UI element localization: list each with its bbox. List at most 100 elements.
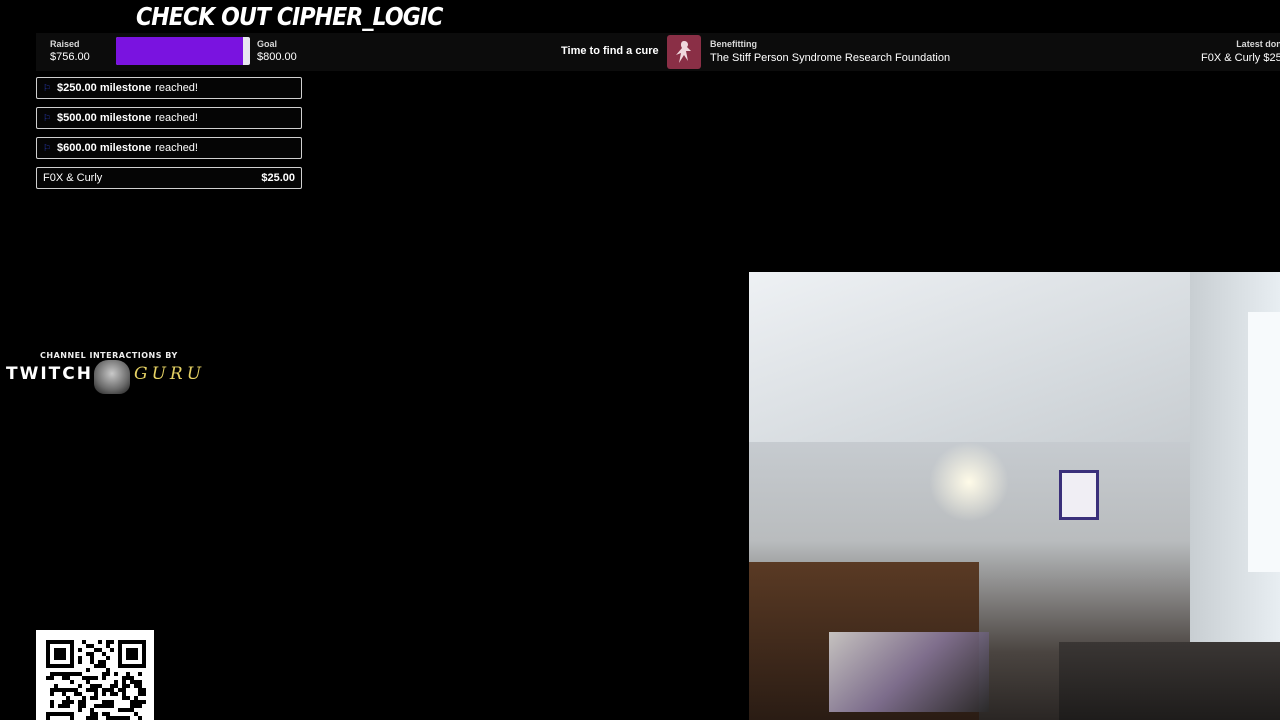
flag-icon: ⚐ xyxy=(43,82,52,93)
qr-module xyxy=(50,672,54,676)
qr-module xyxy=(138,688,142,692)
qr-module xyxy=(110,716,114,720)
qr-module xyxy=(82,640,86,644)
qr-module xyxy=(54,648,66,660)
qr-module xyxy=(50,700,54,704)
qr-module xyxy=(74,688,78,692)
qr-module xyxy=(122,696,126,700)
qr-module xyxy=(126,716,130,720)
qr-module xyxy=(66,696,70,700)
flag-icon: ⚐ xyxy=(43,142,52,153)
qr-module xyxy=(126,708,130,712)
goal-label: Goal xyxy=(257,39,278,49)
qr-module xyxy=(118,688,122,692)
qr-module xyxy=(94,692,98,696)
qr-module xyxy=(126,684,130,688)
qr-code-icon xyxy=(36,630,154,720)
qr-module xyxy=(78,684,82,688)
qr-module xyxy=(78,692,82,696)
qr-module xyxy=(86,668,90,672)
qr-module xyxy=(122,716,126,720)
webcam-light xyxy=(929,442,1009,522)
qr-module xyxy=(106,716,110,720)
qr-module xyxy=(94,688,98,692)
qr-module xyxy=(110,640,114,644)
qr-module xyxy=(106,672,110,676)
qr-module xyxy=(78,672,82,676)
qr-module xyxy=(138,672,142,676)
qr-module xyxy=(114,684,118,688)
qr-module xyxy=(106,704,110,708)
qr-module xyxy=(126,672,130,676)
qr-module xyxy=(78,660,82,664)
qr-module xyxy=(90,712,94,716)
qr-module xyxy=(134,680,138,684)
latest-value: F0X & Curly $25 xyxy=(1201,52,1280,64)
qr-module xyxy=(62,676,66,680)
qr-module xyxy=(66,704,70,708)
donor-name: F0X & Curly xyxy=(43,172,103,184)
qr-module xyxy=(102,688,106,692)
qr-module xyxy=(114,716,118,720)
webcam-window xyxy=(1248,312,1280,572)
qr-module xyxy=(62,672,66,676)
channel-credit: CHANNEL INTERACTIONS BY TWITCH GURU xyxy=(6,350,206,396)
qr-module xyxy=(86,676,90,680)
qr-module xyxy=(94,684,98,688)
qr-module xyxy=(62,692,66,696)
qr-module xyxy=(82,676,86,680)
milestone-item: ⚐ $250.00 milestone reached! xyxy=(36,77,302,99)
qr-module xyxy=(122,680,126,684)
milestone-suffix: reached! xyxy=(155,142,198,154)
qr-module xyxy=(106,656,110,660)
qr-module xyxy=(98,640,102,644)
donation-amount: $25.00 xyxy=(261,172,295,184)
qr-module xyxy=(86,716,90,720)
qr-module xyxy=(50,692,54,696)
qr-module xyxy=(98,704,102,708)
qr-module xyxy=(94,648,98,652)
fundraiser-bar: Raised $756.00 Goal $800.00 Time to find… xyxy=(36,33,1280,71)
webcam-bed xyxy=(1059,642,1280,720)
overlay-headline: CHECK OUT CIPHER_LOGIC xyxy=(136,2,443,31)
qr-module xyxy=(130,680,134,684)
goal-stat: Goal $800.00 xyxy=(257,39,297,63)
qr-module xyxy=(50,716,70,720)
progress-bar xyxy=(116,37,250,65)
qr-module xyxy=(70,688,74,692)
qr-module xyxy=(86,688,90,692)
qr-module xyxy=(90,708,94,712)
qr-module xyxy=(122,676,126,680)
qr-module xyxy=(50,688,54,692)
qr-module xyxy=(106,644,110,648)
qr-module xyxy=(122,708,126,712)
qr-module xyxy=(110,648,114,652)
qr-module xyxy=(94,696,98,700)
qr-module xyxy=(106,700,110,704)
qr-module xyxy=(142,692,146,696)
qr-module xyxy=(114,680,118,684)
qr-module xyxy=(106,640,110,644)
milestone-amount: $600.00 milestone xyxy=(57,142,152,154)
milestone-amount: $500.00 milestone xyxy=(57,112,152,124)
qr-module xyxy=(66,700,70,704)
qr-module xyxy=(106,688,110,692)
benefitting-label: Benefitting xyxy=(710,39,757,49)
webcam-cart xyxy=(829,632,989,712)
charity-logo-icon xyxy=(667,35,701,69)
recent-donation: F0X & Curly $25.00 xyxy=(36,167,302,189)
qr-module xyxy=(82,696,86,700)
qr-module xyxy=(122,692,126,696)
qr-module xyxy=(46,676,50,680)
qr-module xyxy=(90,716,94,720)
credit-small-text: CHANNEL INTERACTIONS BY xyxy=(40,351,178,360)
webcam-feed xyxy=(749,272,1280,720)
qr-module xyxy=(142,700,146,704)
qr-module xyxy=(102,704,106,708)
qr-module xyxy=(102,676,106,680)
milestone-item: ⚐ $600.00 milestone reached! xyxy=(36,137,302,159)
qr-module xyxy=(66,672,70,676)
qr-module xyxy=(106,712,110,716)
qr-module xyxy=(130,676,134,680)
qr-module xyxy=(62,688,66,692)
